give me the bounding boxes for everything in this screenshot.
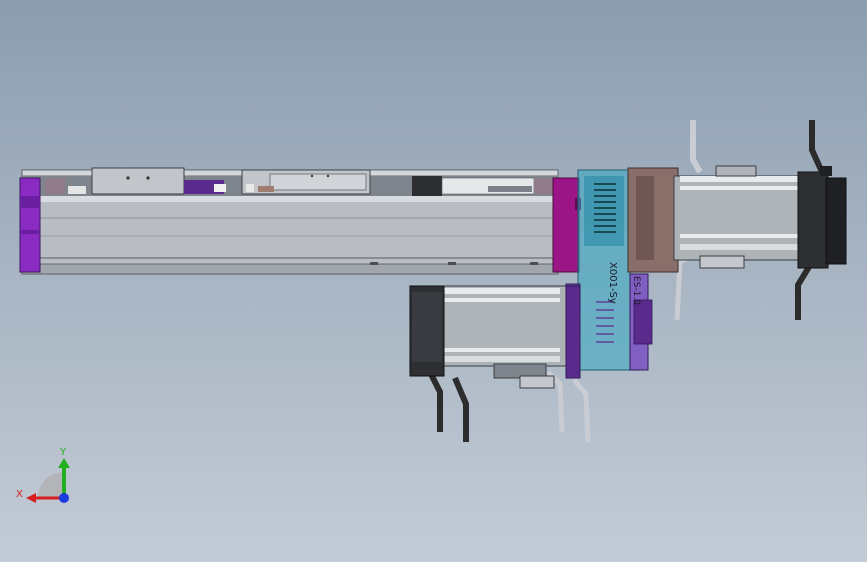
x-axis-arrowhead bbox=[26, 493, 36, 503]
y-axis-arrowhead bbox=[58, 458, 70, 468]
axis-triad: Y X bbox=[16, 447, 70, 503]
z-axis-dot bbox=[59, 493, 69, 503]
x-axis-label: X bbox=[16, 489, 23, 500]
cad-viewport[interactable]: X001-Sy ES-1.0 Y X bbox=[0, 0, 867, 562]
y-axis-label: Y bbox=[59, 447, 67, 458]
triad-plane bbox=[38, 472, 64, 498]
